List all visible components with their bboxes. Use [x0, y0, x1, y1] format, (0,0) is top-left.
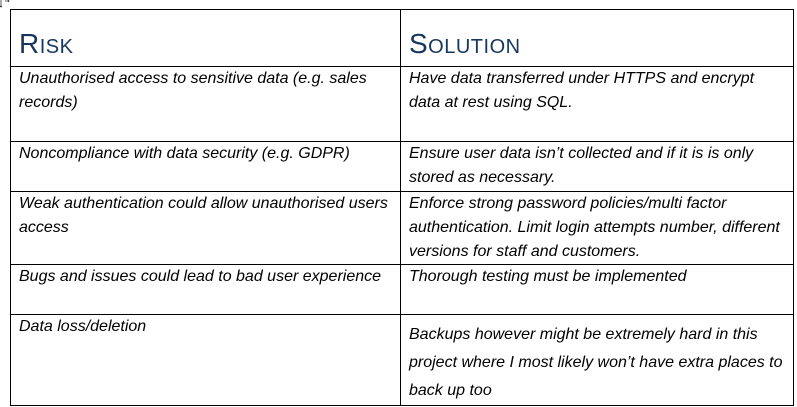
risk-cell: Data loss/deletion [10, 314, 401, 406]
table-row: Unauthorised access to sensitive data (e… [10, 66, 794, 142]
solution-cell-text: Backups however might be extremely hard … [409, 326, 783, 399]
table-row: Data loss/deletion Backups however might… [10, 314, 794, 406]
solution-cell: Have data transferred under HTTPS and en… [400, 66, 794, 142]
table-row: Noncompliance with data security (e.g. G… [10, 141, 794, 192]
solution-column-header: Solution [400, 9, 794, 67]
table-row: Bugs and issues could lead to bad user e… [10, 264, 794, 315]
risk-cell: Unauthorised access to sensitive data (e… [10, 66, 401, 142]
table-move-handle-icon[interactable] [0, 0, 10, 8]
solution-cell: Enforce strong password policies/multi f… [400, 191, 794, 265]
risk-column-header: Risk [10, 9, 401, 67]
risk-cell: Noncompliance with data security (e.g. G… [10, 141, 401, 192]
risk-cell: Weak authentication could allow unauthor… [10, 191, 401, 265]
table-row: Weak authentication could allow unauthor… [10, 191, 794, 265]
table-header-row: Risk Solution [10, 9, 794, 67]
solution-cell: Ensure user data isn’t collected and if … [400, 141, 794, 192]
solution-cell: Backups however might be extremely hard … [400, 314, 794, 406]
risk-solution-table: Risk Solution Unauthorised access to sen… [10, 9, 794, 406]
risk-cell: Bugs and issues could lead to bad user e… [10, 264, 401, 315]
solution-cell: Thorough testing must be implemented [400, 264, 794, 315]
